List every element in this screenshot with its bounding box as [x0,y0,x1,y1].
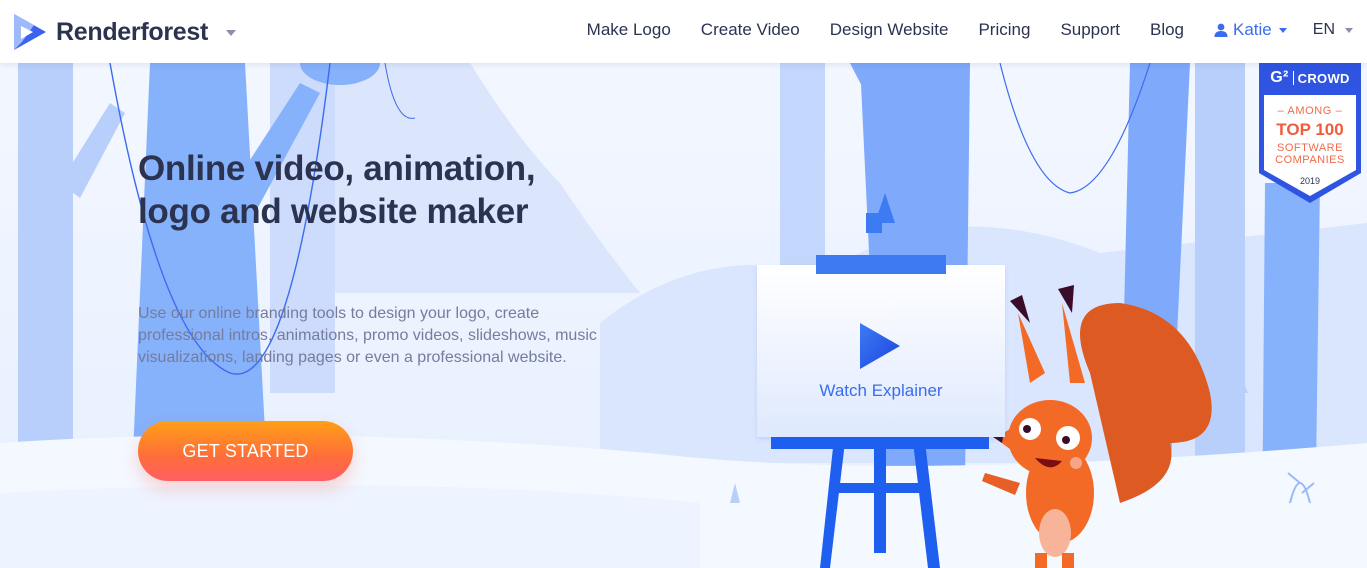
nav-blog[interactable]: Blog [1150,20,1184,40]
user-icon [1214,23,1228,37]
badge-top: TOP 100 [1276,120,1344,139]
nav-create-video[interactable]: Create Video [701,20,800,40]
get-started-button[interactable]: GET STARTED [138,421,353,481]
nav-pricing[interactable]: Pricing [978,20,1030,40]
chevron-down-icon [1278,27,1287,33]
badge-line-2: COMPANIES [1275,154,1345,166]
easel-ledge [771,437,989,449]
hero-headline: Online video, animation, logo and websit… [138,149,536,231]
badge-brand: CROWD [1297,70,1350,86]
badge-among: – AMONG – [1277,105,1343,117]
badge-subtitle: SOFTWARE COMPANIES [1259,142,1361,166]
watch-explainer-board[interactable]: Watch Explainer [757,255,1005,437]
top-navbar: Renderforest Make Logo Create Video Desi… [0,0,1367,63]
play-icon[interactable] [860,323,900,369]
chevron-down-icon [1345,27,1353,33]
brand-menu[interactable]: Renderforest [12,11,236,53]
badge-year: 2019 [1299,176,1321,186]
watch-explainer-label[interactable]: Watch Explainer [757,381,1005,401]
user-name: Katie [1233,20,1272,39]
board-clip [816,255,946,274]
renderforest-logo-icon [14,14,46,50]
g2-logo-icon: G² [1270,69,1289,86]
badge-header: G² CROWD [1259,69,1361,87]
language-label: EN [1312,21,1335,38]
hero-subtext: Use our online branding tools to design … [138,305,597,366]
g2-crowd-badge[interactable]: G² CROWD – AMONG – TOP 100 SOFTWARE COMP… [1259,63,1361,203]
badge-line-1: SOFTWARE [1277,142,1343,154]
language-menu[interactable]: EN [1313,21,1353,39]
chevron-down-icon [226,30,236,36]
main-nav: Make Logo Create Video Design Website Pr… [587,0,1367,60]
brand-name: Renderforest [56,17,208,46]
nav-design-website[interactable]: Design Website [830,20,949,40]
nav-support[interactable]: Support [1060,20,1120,40]
badge-divider [1292,71,1294,85]
user-menu[interactable]: Katie [1214,20,1287,40]
hero-section: Online video, animation, logo and websit… [0,63,1367,568]
nav-make-logo[interactable]: Make Logo [587,20,671,40]
